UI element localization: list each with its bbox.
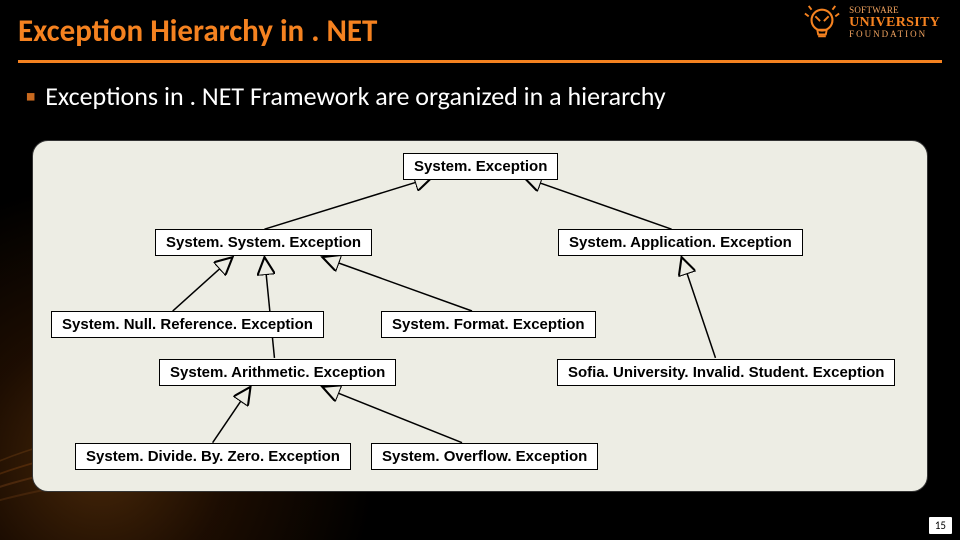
- page-number: 15: [929, 517, 952, 534]
- node-app-exc: System. Application. Exception: [558, 229, 803, 256]
- brand-line2: UNIVERSITY: [849, 16, 940, 31]
- node-system-exc: System. System. Exception: [155, 229, 372, 256]
- brand-line3: FOUNDATION: [849, 30, 940, 39]
- brand-logo: SOFTWARE UNIVERSITY FOUNDATION: [803, 4, 940, 42]
- node-exception: System. Exception: [403, 153, 558, 180]
- body-bullet: ▪ Exceptions in . NET Framework are organ…: [26, 80, 934, 112]
- node-overflow: System. Overflow. Exception: [371, 443, 598, 470]
- node-arithmetic: System. Arithmetic. Exception: [159, 359, 396, 386]
- body-text-content: Exceptions in . NET Framework are organi…: [45, 80, 665, 112]
- lightbulb-icon: [803, 4, 841, 42]
- node-divzero: System. Divide. By. Zero. Exception: [75, 443, 351, 470]
- slide: Exception Hierarchy in . NET SOFTWARE UN…: [0, 0, 960, 540]
- hierarchy-diagram: System. Exception System. System. Except…: [32, 140, 928, 492]
- node-nullref: System. Null. Reference. Exception: [51, 311, 324, 338]
- bullet-glyph: ▪: [26, 80, 35, 112]
- brand-text: SOFTWARE UNIVERSITY FOUNDATION: [849, 6, 940, 40]
- node-format: System. Format. Exception: [381, 311, 596, 338]
- node-invalidstudent: Sofia. University. Invalid. Student. Exc…: [557, 359, 895, 386]
